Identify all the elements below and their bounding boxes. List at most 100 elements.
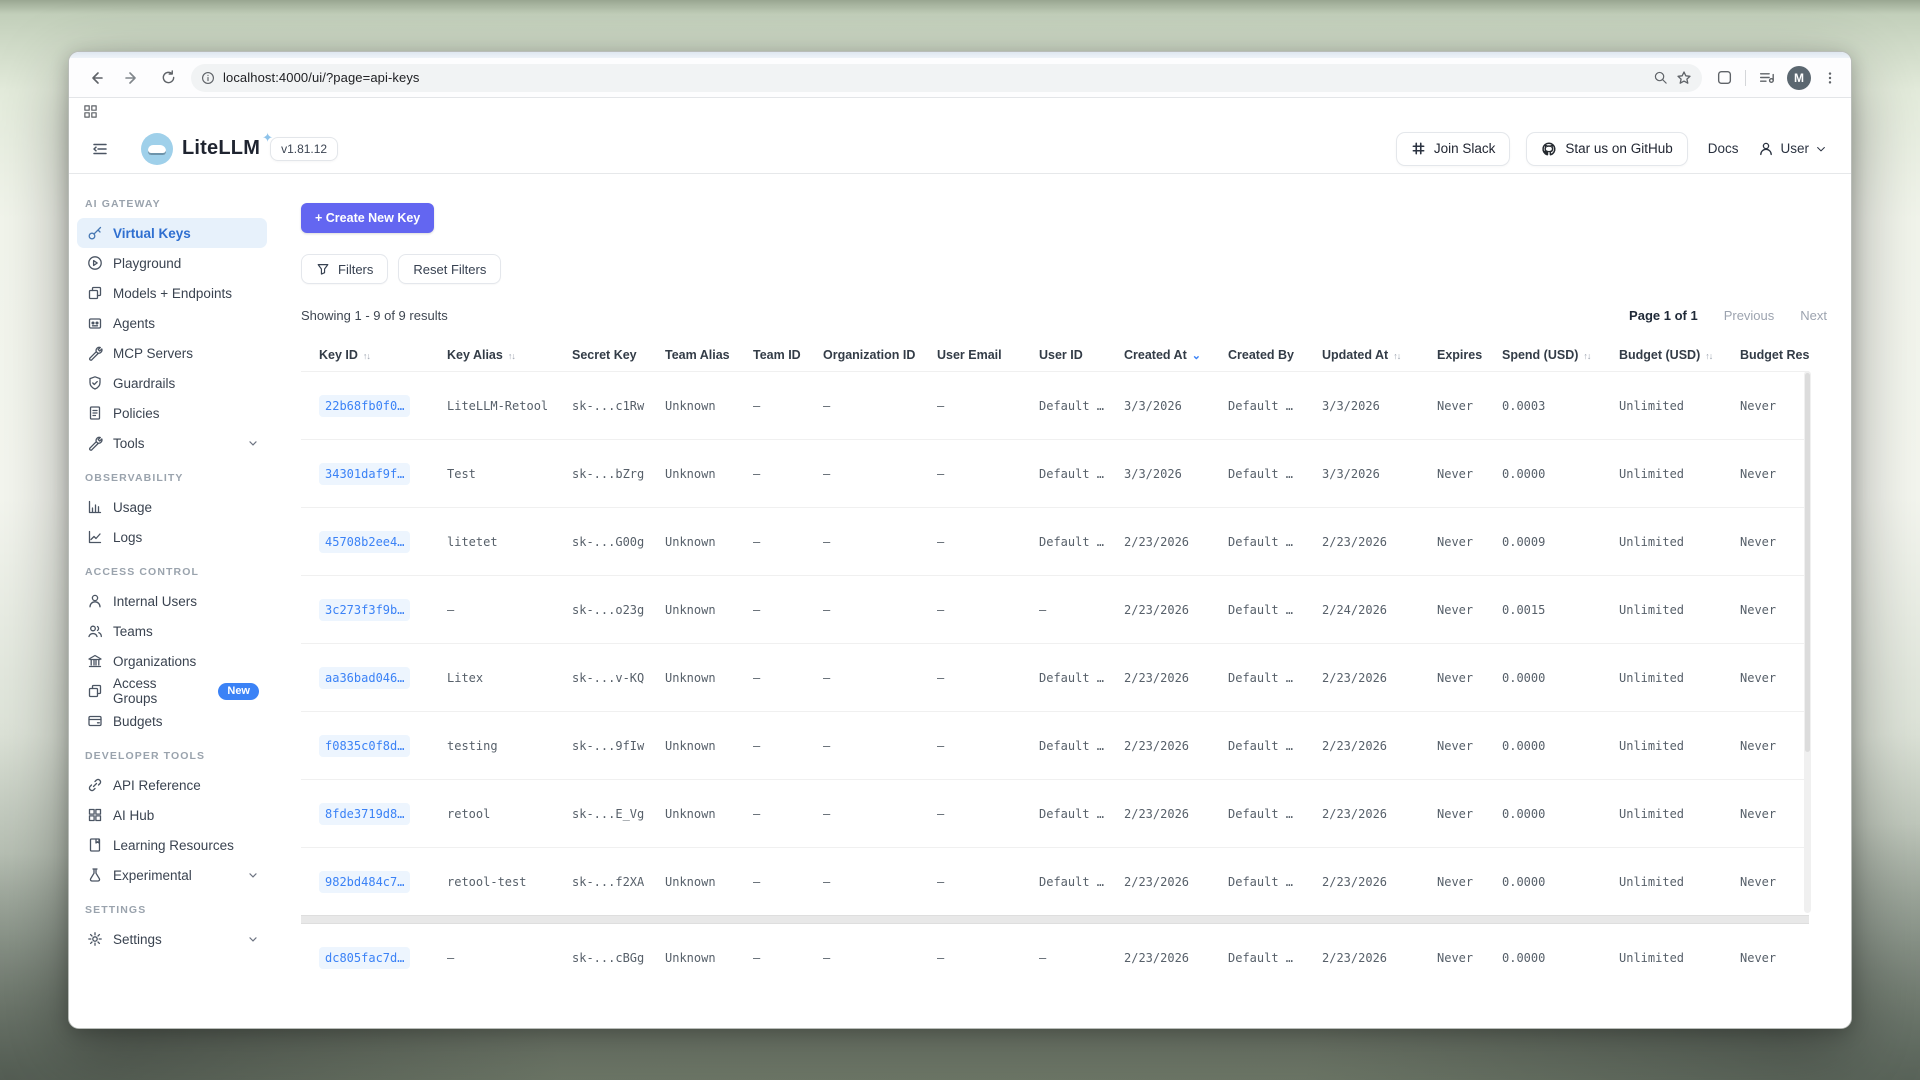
cell-key-alias: Test [429,440,554,508]
column-header-organization-id[interactable]: Organization ID [805,341,919,372]
cell-created-at: 2/23/2026 [1106,712,1210,780]
section-label-settings: SETTINGS [69,890,277,924]
key-id-link[interactable]: 34301daf9f… [319,463,410,485]
key-id-link[interactable]: 8fde3719d8… [319,803,410,825]
star-github-button[interactable]: Star us on GitHub [1526,132,1687,166]
cell-key-id: 982bd484c7… [301,848,429,916]
sidebar-item-teams[interactable]: Teams [77,616,267,646]
collapse-sidebar-icon[interactable] [85,134,115,164]
zoom-icon[interactable] [1653,70,1668,85]
sort-updown-icon[interactable]: ↑↓ [363,351,370,361]
column-header-user-id[interactable]: User ID [1021,341,1106,372]
filter-row: Filters Reset Filters [301,254,1827,284]
page-indicator: Page 1 of 1 [1629,308,1698,323]
join-slack-button[interactable]: Join Slack [1396,132,1511,166]
sort-updown-icon[interactable]: ↑↓ [1705,351,1712,361]
cell-key-alias: retool [429,780,554,848]
sidebar-item-internal-users[interactable]: Internal Users [77,586,267,616]
url-text[interactable]: localhost:4000/ui/?page=api-keys [223,70,1645,85]
vertical-scrollbar[interactable] [1804,371,1811,913]
key-id-link[interactable]: 3c273f3f9b… [319,599,410,621]
sidebar-item-guardrails[interactable]: Guardrails [77,368,267,398]
sort-updown-icon[interactable]: ↑↓ [1583,351,1590,361]
cell-team-alias: Unknown [647,576,735,644]
results-row: Showing 1 - 9 of 9 results Page 1 of 1 P… [301,308,1827,323]
cell-organization-id: – [805,644,919,712]
apps-grid-icon[interactable] [83,104,98,119]
user-menu[interactable]: User [1758,141,1827,157]
cell-team-id: – [735,576,805,644]
sidebar-item-models-endpoints[interactable]: Models + Endpoints [77,278,267,308]
table-row: f0835c0f8d…testingsk-...9fIwUnknown–––De… [301,712,1809,780]
column-header-user-email[interactable]: User Email [919,341,1021,372]
next-page-button[interactable]: Next [1800,308,1827,323]
sidebar-item-organizations[interactable]: Organizations [77,646,267,676]
sidebar-item-budgets[interactable]: Budgets [77,706,267,736]
column-header-spend-usd[interactable]: Spend (USD)↑↓ [1484,341,1601,372]
column-header-budget-usd[interactable]: Budget (USD)↑↓ [1601,341,1722,372]
column-header-created-by[interactable]: Created By [1210,341,1304,372]
browser-menu-icon[interactable] [1823,70,1837,86]
key-id-link[interactable]: 982bd484c7… [319,871,410,893]
sidebar-item-ai-hub[interactable]: AI Hub [77,800,267,830]
cell-budget-reset: Never [1722,440,1809,508]
sidebar-item-virtual-keys[interactable]: Virtual Keys [77,218,267,248]
column-header-key-id[interactable]: Key ID↑↓ [301,341,429,372]
back-icon[interactable] [83,65,109,91]
key-id-link[interactable]: dc805fac7d… [319,947,410,969]
media-controls-icon[interactable] [1758,69,1775,86]
create-new-key-button[interactable]: + Create New Key [301,203,434,233]
key-id-link[interactable]: 45708b2ee4… [319,531,410,553]
column-header-created-at[interactable]: Created At⌄ [1106,341,1210,372]
sidebar-item-agents[interactable]: Agents [77,308,267,338]
key-id-link[interactable]: f0835c0f8d… [319,735,410,757]
sort-updown-icon[interactable]: ↑↓ [508,351,515,361]
table-row: 34301daf9f…Testsk-...bZrgUnknown–––Defau… [301,440,1809,508]
sidebar-item-logs[interactable]: Logs [77,522,267,552]
sidebar-item-usage[interactable]: Usage [77,492,267,522]
column-header-budget-reset[interactable]: Budget Reset [1722,341,1809,372]
sort-updown-icon[interactable]: ↑↓ [1393,351,1400,361]
bookmark-star-icon[interactable] [1676,70,1692,86]
sidebar-item-api-reference[interactable]: API Reference [77,770,267,800]
cell-created-at: 2/23/2026 [1106,576,1210,644]
column-header-updated-at[interactable]: Updated At↑↓ [1304,341,1419,372]
column-header-key-alias[interactable]: Key Alias↑↓ [429,341,554,372]
docs-link[interactable]: Docs [1708,141,1739,156]
sidebar-item-mcp-servers[interactable]: MCP Servers [77,338,267,368]
browser-profile-avatar[interactable]: M [1787,66,1811,90]
sidebar-item-experimental[interactable]: Experimental [77,860,267,890]
forward-icon[interactable] [119,65,145,91]
cell-expires: Never [1419,576,1484,644]
column-header-expires[interactable]: Expires [1419,341,1484,372]
site-info-icon[interactable] [201,71,215,85]
column-header-team-alias[interactable]: Team Alias [647,341,735,372]
cell-organization-id: – [805,372,919,440]
sidebar-item-playground[interactable]: Playground [77,248,267,278]
column-header-team-id[interactable]: Team ID [735,341,805,372]
sidebar-item-tools[interactable]: Tools [77,428,267,458]
key-id-link[interactable]: 22b68fb0f0… [319,395,410,417]
reload-icon[interactable] [155,65,181,91]
extensions-icon[interactable] [1716,69,1733,86]
column-header-secret-key[interactable]: Secret Key [554,341,647,372]
cell-created-by: Default … [1210,780,1304,848]
previous-page-button[interactable]: Previous [1724,308,1775,323]
sidebar-item-learning-resources[interactable]: Learning Resources [77,830,267,860]
cell-key-id: 22b68fb0f0… [301,372,429,440]
sidebar-item-settings[interactable]: Settings [77,924,267,954]
cell-key-id: 45708b2ee4… [301,508,429,576]
reset-filters-button[interactable]: Reset Filters [398,254,501,284]
cell-key-alias: – [429,576,554,644]
sidebar-item-policies[interactable]: Policies [77,398,267,428]
horizontal-scrollbar[interactable] [301,916,1809,924]
key-id-link[interactable]: aa36bad046… [319,667,410,689]
address-bar[interactable]: localhost:4000/ui/?page=api-keys [191,64,1702,92]
cell-team-alias: Unknown [647,644,735,712]
filters-button[interactable]: Filters [301,254,388,284]
sidebar-item-access-groups[interactable]: Access Groups New [77,676,267,706]
line-chart-icon [87,529,103,545]
cell-team-id: – [735,372,805,440]
sort-desc-icon[interactable]: ⌄ [1192,350,1201,362]
brand[interactable]: LiteLLM [141,133,260,165]
